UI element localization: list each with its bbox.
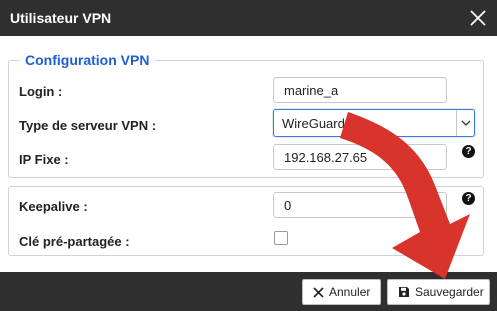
floppy-disk-icon bbox=[399, 287, 409, 297]
save-button[interactable]: Sauvegarder bbox=[387, 279, 490, 305]
vpn-config-legend: Configuration VPN bbox=[19, 52, 156, 68]
keepalive-help-icon[interactable]: ? bbox=[462, 192, 475, 205]
keepalive-label: Keepalive : bbox=[19, 199, 88, 214]
close-icon bbox=[313, 286, 324, 298]
dialog-footer: Annuler Sauvegarder bbox=[0, 272, 497, 311]
psk-label: Clé pré-partagée : bbox=[19, 234, 130, 249]
server-type-label: Type de serveur VPN : bbox=[19, 118, 157, 133]
psk-checkbox[interactable] bbox=[274, 231, 288, 245]
cancel-label: Annuler bbox=[329, 285, 371, 299]
ip-help-icon[interactable]: ? bbox=[462, 145, 475, 158]
ip-label: IP Fixe : bbox=[19, 152, 69, 167]
login-input[interactable] bbox=[273, 77, 447, 103]
dialog-title: Utilisateur VPN bbox=[10, 10, 112, 26]
keepalive-input[interactable] bbox=[273, 192, 447, 218]
ip-input[interactable] bbox=[273, 144, 447, 170]
server-type-value: WireGuard bbox=[282, 116, 345, 131]
save-label: Sauvegarder bbox=[415, 285, 484, 299]
server-type-select[interactable]: WireGuard bbox=[273, 109, 475, 137]
login-label: Login : bbox=[19, 84, 63, 99]
cancel-button[interactable]: Annuler bbox=[302, 279, 381, 305]
close-icon[interactable] bbox=[468, 8, 488, 28]
select-divider bbox=[456, 110, 457, 136]
dialog-content: Configuration VPN Login : Type de serveu… bbox=[0, 36, 497, 272]
dialog-titlebar: Utilisateur VPN bbox=[0, 0, 497, 36]
chevron-down-icon bbox=[461, 120, 471, 126]
